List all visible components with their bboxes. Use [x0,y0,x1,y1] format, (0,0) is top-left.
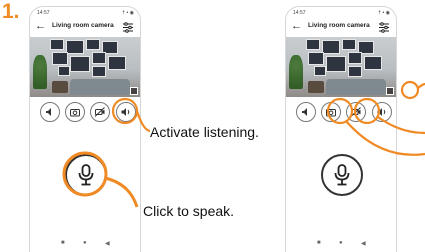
speak-leader-line [104,176,139,208]
fullscreen-highlight-circle [400,80,420,100]
caption-activate-listening: Activate listening. [150,124,259,140]
caption-click-to-speak: Click to speak. [143,203,235,219]
fullscreen-leader-line [417,82,425,89]
snapshot-highlight-circle [326,97,354,125]
listen-highlight-circle [111,97,139,125]
listen-leader-line [135,110,151,133]
record-highlight-circle [353,97,381,125]
record-leader-line [377,116,425,135]
mic-highlight-circle [62,151,108,197]
snapshot-leader-line [345,120,425,156]
